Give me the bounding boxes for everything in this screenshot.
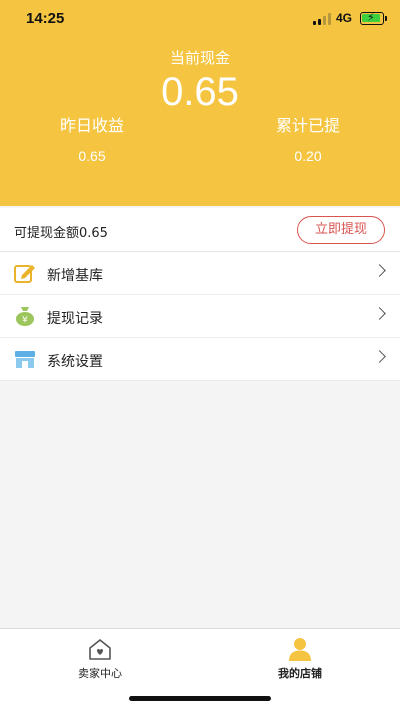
battery-icon: ⚡ <box>360 11 387 25</box>
menu-item-label: 新增基库 <box>47 268 103 284</box>
menu-item-label: 提现记录 <box>47 311 103 327</box>
menu-item-add-library[interactable]: 新增基库 <box>0 252 400 295</box>
current-cash-value: 0.65 <box>161 70 239 114</box>
withdraw-now-button[interactable]: 立即提现 <box>297 216 385 244</box>
store-icon <box>15 351 35 368</box>
tab-my-store[interactable]: 我的店铺 <box>240 637 360 681</box>
chevron-right-icon <box>373 350 386 363</box>
user-icon <box>289 638 311 661</box>
total-withdrawn: 累计已提 0.20 <box>248 112 368 164</box>
withdrawable-amount: 可提现金额0.65 <box>14 226 108 241</box>
menu-list: 新增基库 ¥ 提现记录 系统设置 <box>0 252 400 381</box>
header-panel: 14:25 4G ⚡ 当前现金 0.65 昨日收益 0.65 累计已提 0.20 <box>0 0 400 206</box>
total-withdrawn-label: 累计已提 <box>275 116 340 135</box>
total-withdrawn-value: 0.20 <box>294 148 322 164</box>
status-bar: 14:25 4G ⚡ <box>0 0 400 38</box>
tab-seller-center[interactable]: 卖家中心 <box>40 637 160 681</box>
signal-icon <box>313 13 331 25</box>
yesterday-earnings-label: 昨日收益 <box>59 116 124 135</box>
home-indicator <box>129 696 271 701</box>
current-cash-label: 当前现金 <box>169 49 230 67</box>
yesterday-earnings-value: 0.65 <box>78 148 106 164</box>
edit-icon <box>14 265 35 283</box>
menu-item-label: 系统设置 <box>47 354 103 370</box>
yesterday-earnings: 昨日收益 0.65 <box>32 112 152 164</box>
network-type: 4G <box>336 11 353 25</box>
home-heart-icon <box>89 639 111 660</box>
money-bag-icon: ¥ <box>16 307 34 326</box>
chevron-right-icon <box>373 307 386 320</box>
withdrawable-row: 可提现金额0.65 立即提现 <box>0 208 400 252</box>
svg-text:¥: ¥ <box>22 316 28 326</box>
tab-label: 我的店铺 <box>278 667 322 680</box>
menu-item-system-settings[interactable]: 系统设置 <box>0 338 400 381</box>
menu-item-withdraw-records[interactable]: ¥ 提现记录 <box>0 295 400 338</box>
chevron-right-icon <box>373 264 386 277</box>
status-time: 14:25 <box>26 10 65 27</box>
tab-label: 卖家中心 <box>78 667 122 680</box>
